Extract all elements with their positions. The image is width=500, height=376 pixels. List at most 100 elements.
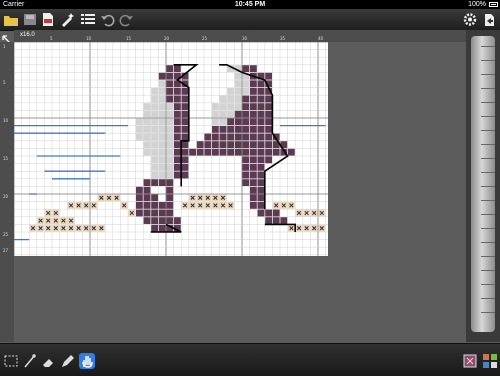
folder-icon[interactable] — [3, 12, 19, 27]
corner-resize-icon[interactable] — [2, 32, 12, 45]
ruler-label: 27 — [3, 248, 9, 253]
purple-stitch — [265, 148, 272, 156]
purple-stitch — [234, 118, 242, 126]
purple-stitch — [174, 110, 181, 118]
purple-stitch — [166, 88, 174, 95]
purple-stitch — [250, 110, 257, 118]
stitch-grid[interactable] — [13, 41, 328, 256]
gray-stitch — [151, 126, 158, 133]
purple-stitch — [174, 133, 181, 141]
purple-stitch — [234, 148, 242, 156]
purple-stitch — [242, 156, 250, 164]
eraser-icon[interactable] — [41, 353, 57, 369]
hand-icon[interactable] — [79, 353, 95, 369]
gray-stitch — [234, 72, 242, 80]
share-icon[interactable] — [481, 12, 497, 27]
purple-stitch — [166, 179, 174, 186]
gray-stitch — [227, 88, 234, 95]
purple-stitch — [219, 148, 227, 156]
ruler-label: 25 — [3, 232, 9, 237]
gray-stitch — [158, 126, 166, 133]
scroll-tick — [481, 46, 495, 47]
list-icon[interactable] — [80, 12, 96, 27]
purple-stitch — [181, 110, 189, 118]
ruler-label: 25 — [202, 36, 208, 41]
gray-stitch — [166, 156, 174, 164]
purple-stitch — [265, 95, 272, 103]
palette-grid-icon[interactable] — [482, 353, 498, 369]
purple-stitch — [181, 103, 189, 110]
purple-stitch — [257, 103, 265, 110]
gray-stitch — [151, 133, 158, 141]
gray-stitch — [234, 103, 242, 110]
purple-stitch — [242, 141, 250, 148]
zoom-level: x16.0 — [20, 32, 35, 38]
purple-stitch — [212, 126, 219, 133]
gray-stitch — [212, 110, 219, 118]
pattern-svg[interactable] — [13, 41, 328, 256]
scroll-tick — [481, 284, 495, 285]
wand-icon[interactable] — [60, 12, 76, 27]
purple-stitch — [212, 141, 219, 148]
purple-stitch — [219, 126, 227, 133]
save-icon[interactable] — [22, 12, 38, 27]
gray-stitch — [158, 80, 166, 88]
gray-stitch — [151, 88, 158, 95]
purple-stitch — [181, 164, 189, 171]
scroll-tick — [481, 312, 495, 313]
purple-stitch — [174, 148, 181, 156]
purple-stitch — [212, 148, 219, 156]
gray-stitch — [158, 95, 166, 103]
canvas-area[interactable] — [13, 41, 466, 342]
purple-stitch — [234, 126, 242, 133]
settings-gear-icon[interactable] — [462, 12, 478, 27]
purple-stitch — [151, 179, 158, 186]
ruler-label: 10 — [86, 36, 92, 41]
gray-stitch — [151, 171, 158, 179]
purple-stitch — [265, 110, 272, 118]
scroll-tick — [481, 172, 495, 173]
purple-stitch — [151, 217, 158, 224]
purple-stitch — [265, 72, 272, 80]
pen-icon[interactable] — [60, 353, 76, 369]
gray-stitch — [234, 88, 242, 95]
ruler-label: 40 — [318, 36, 324, 41]
purple-stitch — [196, 148, 204, 156]
gray-stitch — [143, 110, 151, 118]
color-swatch-icon[interactable] — [462, 353, 478, 369]
gray-stitch — [166, 164, 174, 171]
purple-stitch — [265, 103, 272, 110]
purple-stitch — [166, 186, 174, 194]
gray-stitch — [166, 118, 174, 126]
scroll-tick — [481, 60, 495, 61]
undo-icon[interactable] — [100, 12, 116, 27]
purple-stitch — [174, 88, 181, 95]
purple-stitch — [250, 103, 257, 110]
gray-stitch — [151, 164, 158, 171]
purple-stitch — [158, 202, 166, 209]
purple-stitch — [227, 148, 234, 156]
purple-stitch — [242, 171, 250, 179]
purple-stitch — [280, 217, 288, 224]
purple-stitch — [136, 186, 143, 194]
gray-stitch — [166, 126, 174, 133]
gray-stitch — [219, 103, 227, 110]
gray-stitch — [143, 103, 151, 110]
purple-stitch — [250, 179, 257, 186]
redo-icon[interactable] — [118, 12, 134, 27]
purple-stitch — [227, 133, 234, 141]
purple-stitch — [250, 202, 257, 209]
purple-stitch — [242, 164, 250, 171]
purple-stitch — [250, 171, 257, 179]
purple-stitch — [174, 217, 181, 224]
purple-stitch — [288, 148, 295, 156]
gray-stitch — [143, 141, 151, 148]
gray-stitch — [234, 80, 242, 88]
pdf-icon[interactable] — [40, 12, 56, 27]
scroll-tick — [481, 242, 495, 243]
select-rect-icon[interactable] — [3, 353, 19, 369]
scroll-tick — [481, 158, 495, 159]
zoom-scrollbar[interactable] — [471, 36, 495, 332]
needle-icon[interactable] — [22, 353, 38, 369]
purple-stitch — [174, 164, 181, 171]
